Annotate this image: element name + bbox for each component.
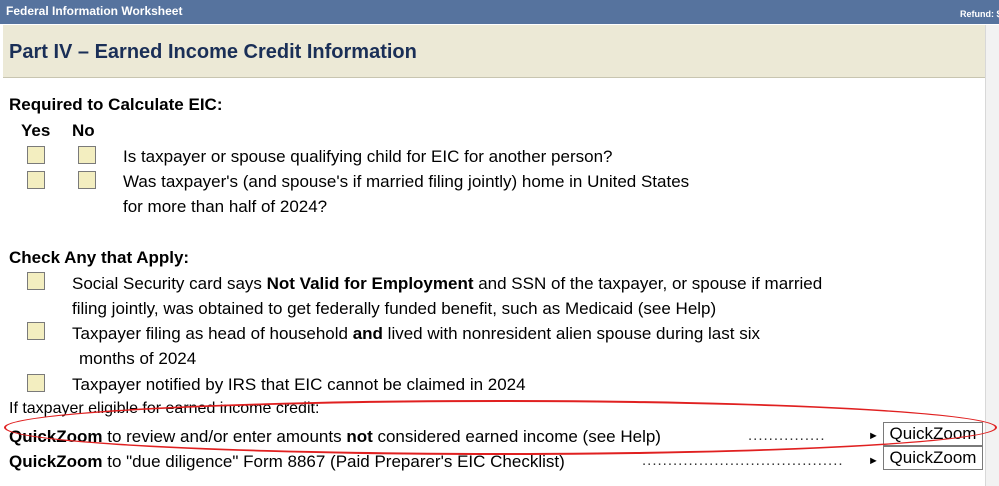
part-header: Part IV – Earned Income Credit Informati… [3,25,985,78]
item2-text-c: lived with nonresident alien spouse duri… [382,324,760,343]
item1-text-a: Social Security card says [72,274,267,293]
q1-no-checkbox[interactable] [78,146,96,164]
part-title: Part IV – Earned Income Credit Informati… [9,41,417,63]
arrow-right-icon: ► [868,430,879,442]
q2-text-line1: Was taxpayer's (and spouse's if married … [123,172,690,191]
item1-text-line2: filing jointly, was obtained to get fede… [72,299,717,318]
item3-text: Taxpayer notified by IRS that EIC cannot… [72,375,526,394]
required-heading: Required to Calculate EIC: [9,95,223,114]
quickzoom-form-8867-button[interactable]: QuickZoom [883,446,983,470]
window-title: Federal Information Worksheet [6,4,183,18]
refund-label: Refund: $ [960,9,999,19]
q2-no-checkbox[interactable] [78,171,96,189]
ssn-not-valid-checkbox[interactable] [27,272,45,290]
quickzoom-row2-text: QuickZoom to "due diligence" Form 8867 (… [9,452,565,472]
quickzoom-row2-bold: QuickZoom [9,452,103,471]
hoh-nonresident-checkbox[interactable] [27,322,45,340]
item2-text: Taxpayer filing as head of household and… [72,324,760,344]
item2-text-a: Taxpayer filing as head of household [72,324,353,343]
q2-text-line2: for more than half of 2024? [123,197,328,216]
check-any-heading: Check Any that Apply: [9,248,190,267]
col-no-label: No [72,121,95,140]
quickzoom-row1-bold: QuickZoom [9,427,103,446]
quickzoom-row1-text: QuickZoom to review and/or enter amounts… [9,427,661,447]
item2-text-bold: and [352,324,383,343]
window-titlebar: Federal Information Worksheet Refund: $ [0,0,999,24]
item1-text: Social Security card says Not Valid for … [72,274,822,294]
leader-dots-2: ....................................... [642,452,844,469]
col-yes-label: Yes [21,121,51,140]
quickzoom-row1-not: not [346,427,373,446]
item1-text-c: and SSN of the taxpayer, or spouse if ma… [473,274,823,293]
irs-notified-checkbox[interactable] [27,374,45,392]
q1-yes-checkbox[interactable] [27,146,45,164]
item2-text-line2: months of 2024 [79,349,197,368]
quickzoom-earned-income-button[interactable]: QuickZoom [883,422,983,446]
vertical-scrollbar[interactable] [985,25,999,486]
item1-text-bold: Not Valid for Employment [266,274,474,293]
eligible-label: If taxpayer eligible for earned income c… [9,400,320,417]
q2-yes-checkbox[interactable] [27,171,45,189]
quickzoom-row1-c: considered earned income (see Help) [372,427,661,446]
q1-text: Is taxpayer or spouse qualifying child f… [123,147,613,166]
arrow-right-icon: ► [868,455,879,467]
leader-dots-1: ............... [748,427,826,444]
quickzoom-row1-a: to review and/or enter amounts [102,427,347,446]
quickzoom-row2-desc: to "due diligence" Form 8867 (Paid Prepa… [102,452,565,471]
